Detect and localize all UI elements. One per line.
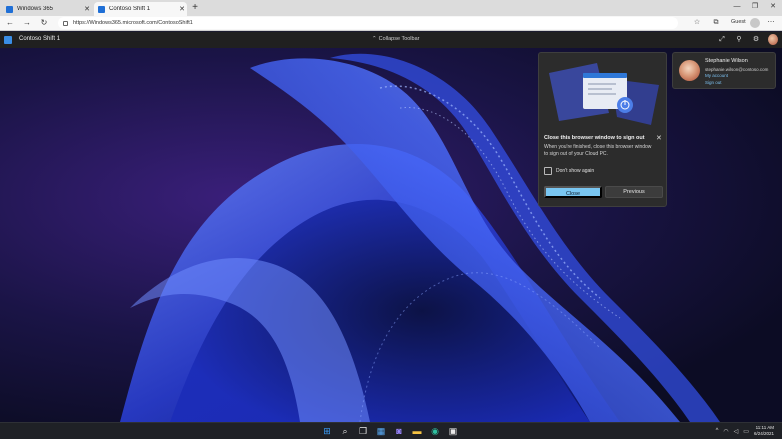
tab-label: Windows 365 (17, 6, 54, 12)
maximize-button[interactable]: ❐ (746, 0, 764, 14)
settings-icon[interactable]: ⚙ (751, 34, 761, 45)
taskbar-clock[interactable]: 11:11 AM 6/24/2021 (754, 425, 774, 437)
refresh-icon[interactable]: ↻ (38, 17, 50, 29)
close-button[interactable]: Close (544, 186, 602, 198)
browser-tabstrip: Windows 365 ✕ Contoso Shift 1 ✕ + — ❐ ✕ (0, 0, 782, 16)
flyout-heading: Close this browser window to sign out (544, 135, 645, 141)
file-explorer-icon[interactable]: ▬ (411, 425, 423, 437)
dont-show-again-checkbox[interactable]: Don't show again (544, 167, 594, 175)
tab-close-icon[interactable]: ✕ (82, 5, 92, 13)
url-text: https://Windows365.microsoft.com/Contoso… (73, 20, 193, 26)
collapse-toolbar-button[interactable]: ⌃ Collapse Toolbar (372, 36, 419, 42)
browser-window-illustration (549, 63, 659, 125)
sign-out-link[interactable]: Sign out (705, 80, 722, 85)
signout-flyout: Close this browser window to sign out ✕ … (538, 52, 667, 207)
collapse-toolbar-label: Collapse Toolbar (378, 36, 420, 42)
chevron-up-icon[interactable]: ^ (716, 428, 719, 434)
windows365-logo-icon (4, 36, 12, 44)
fullscreen-icon[interactable]: ⤢ (717, 34, 727, 45)
tab-contoso-shift-1[interactable]: Contoso Shift 1 ✕ (94, 2, 187, 16)
clock-date: 6/24/2021 (753, 431, 774, 436)
address-bar-row: ← → ↻ https://Windows365.microsoft.com/C… (0, 16, 782, 31)
volume-icon[interactable]: ◁ (734, 428, 739, 435)
forward-icon[interactable]: → (21, 17, 33, 29)
tab-close-icon[interactable]: ✕ (177, 5, 187, 13)
tab-windows-365[interactable]: Windows 365 ✕ (2, 2, 92, 16)
windows365-favicon-icon (98, 5, 105, 13)
cloudpc-toolbar-icons: ⤢ ⚲ ⚙ (717, 34, 778, 45)
taskbar-apps: ⊞ ⌕ ❐ ▦ ◙ ▬ ◉ ▣ (321, 425, 459, 437)
window-controls: — ❐ ✕ (728, 0, 782, 14)
collections-icon[interactable]: ⧉ (711, 18, 721, 28)
profile-label[interactable]: Guest (731, 19, 746, 25)
my-account-link[interactable]: My account (705, 73, 728, 78)
edge-icon[interactable]: ◉ (429, 425, 441, 437)
cloudpc-title: Contoso Shift 1 (19, 36, 61, 42)
account-email: stephanie.wilson@contoso.com (705, 67, 769, 72)
system-tray: ^ ◠ ◁ ▭ 11:11 AM 6/24/2021 (716, 425, 774, 437)
cloudpc-toolbar: Contoso Shift 1 ⌃ Collapse Toolbar ⤢ ⚲ ⚙ (0, 32, 782, 48)
store-icon[interactable]: ▣ (447, 425, 459, 437)
back-icon[interactable]: ← (4, 17, 16, 29)
checkbox-label: Don't show again (556, 168, 595, 174)
url-field[interactable]: https://Windows365.microsoft.com/Contoso… (58, 17, 678, 29)
battery-icon[interactable]: ▭ (743, 428, 749, 435)
previous-button[interactable]: Previous (605, 186, 663, 198)
favorites-icon[interactable]: ☆ (692, 18, 702, 28)
tab-label: Contoso Shift 1 (109, 6, 151, 12)
windows365-favicon-icon (6, 5, 13, 13)
new-tab-button[interactable]: + (189, 2, 201, 14)
teams-chat-icon[interactable]: ◙ (393, 425, 405, 437)
lock-icon (63, 20, 68, 26)
windows-start-icon[interactable]: ⊞ (321, 425, 333, 437)
flyout-body-text: When you're finished, close this browser… (544, 144, 652, 157)
checkbox-box[interactable] (544, 167, 552, 175)
close-window-button[interactable]: ✕ (764, 0, 782, 14)
avatar[interactable] (768, 34, 778, 45)
wifi-icon[interactable]: ◠ (723, 428, 728, 435)
task-view-icon[interactable]: ❐ (357, 425, 369, 437)
search-icon[interactable]: ⌕ (339, 425, 351, 437)
profile-avatar[interactable] (750, 18, 760, 28)
pin-icon[interactable]: ⚲ (734, 34, 744, 45)
minimize-button[interactable]: — (728, 0, 746, 14)
account-card: Stephanie Wilson stephanie.wilson@contos… (672, 52, 776, 89)
widgets-icon[interactable]: ▦ (375, 425, 387, 437)
more-options-icon[interactable]: ⋯ (766, 18, 776, 28)
account-avatar (679, 60, 700, 81)
taskbar: ⊞ ⌕ ❐ ▦ ◙ ▬ ◉ ▣ ^ ◠ ◁ ▭ 11:11 AM 6/24/20… (0, 422, 782, 439)
close-icon[interactable]: ✕ (656, 134, 662, 142)
chevron-up-icon: ⌃ (372, 36, 377, 42)
account-name: Stephanie Wilson (705, 58, 748, 64)
